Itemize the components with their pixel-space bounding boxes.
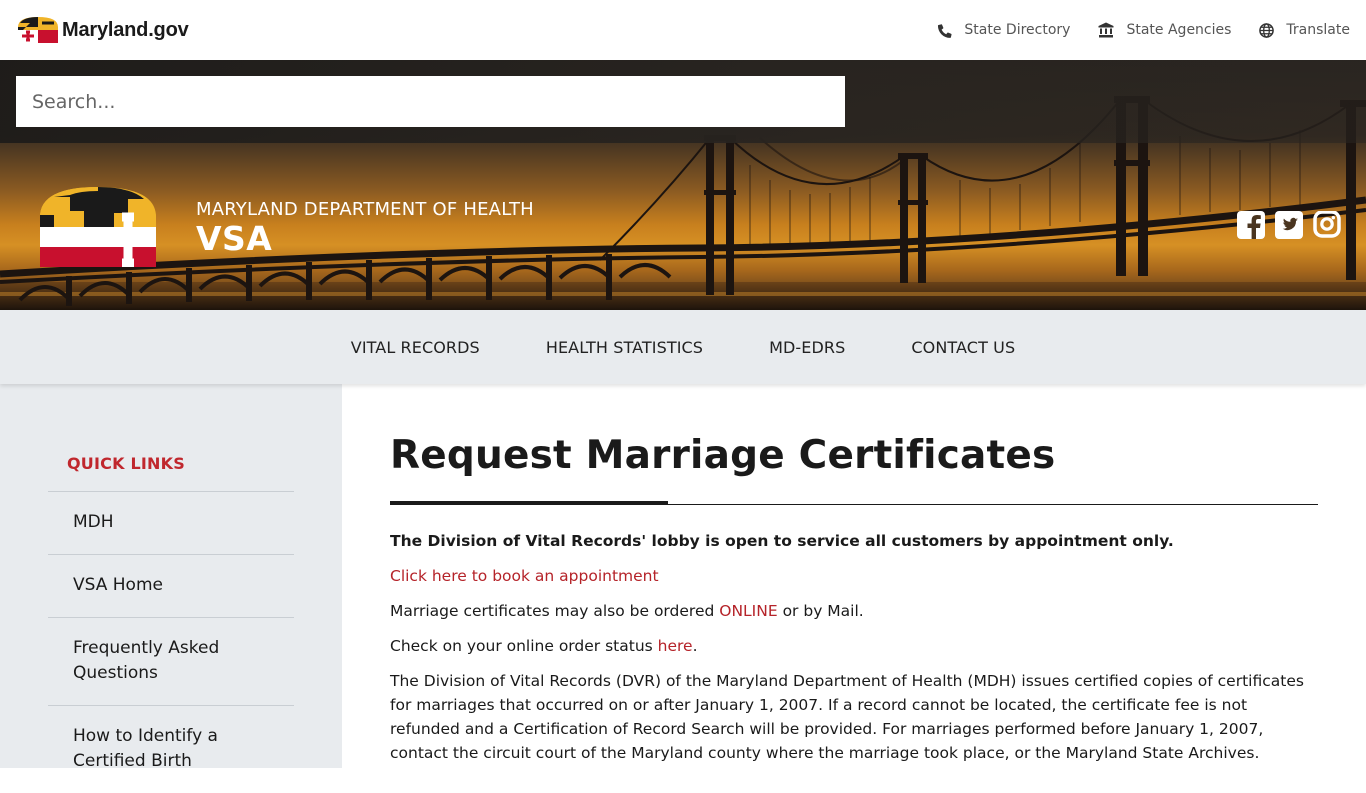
order-status-link[interactable]: here <box>658 637 693 655</box>
maryland-flag-icon <box>18 17 58 43</box>
instagram-icon <box>1313 210 1341 238</box>
globe-icon <box>1259 22 1275 38</box>
mdh-flag-shield-logo <box>40 187 156 267</box>
quick-links-list: MDH VSA Home Frequently Asked Questions … <box>48 491 294 793</box>
brand-text: Maryland.gov <box>62 18 189 41</box>
order-status-text: Check on your online order status <box>390 637 658 655</box>
quick-link-item: Frequently Asked Questions <box>48 617 294 705</box>
quick-link-vsa-home[interactable]: VSA Home <box>73 575 163 595</box>
state-directory-link[interactable]: State Directory <box>937 22 1070 38</box>
title-divider <box>390 501 1318 505</box>
facebook-link[interactable] <box>1236 211 1266 243</box>
twitter-link[interactable] <box>1274 211 1304 243</box>
dvr-description: The Division of Vital Records (DVR) of t… <box>390 672 1304 762</box>
order-status-end: . <box>692 637 698 655</box>
translate-label: Translate <box>1286 22 1350 38</box>
top-utility-bar: Maryland.gov State Directory State Agenc… <box>0 0 1366 60</box>
agency-name: VSA <box>196 219 273 258</box>
order-online-link[interactable]: ONLINE <box>719 602 777 620</box>
quick-link-item: How to Identify a Certified Birth <box>48 705 294 793</box>
facebook-icon <box>1237 211 1265 239</box>
nav-md-edrs[interactable]: MD-EDRS <box>769 338 845 357</box>
order-text-start: Marriage certificates may also be ordere… <box>390 602 720 620</box>
state-agencies-link[interactable]: State Agencies <box>1098 22 1231 38</box>
translate-link[interactable]: Translate <box>1259 22 1350 38</box>
utility-links: State Directory State Agencies Translate <box>937 22 1350 38</box>
nav-vital-records[interactable]: VITAL RECORDS <box>351 338 480 357</box>
order-text-end: or by Mail. <box>777 602 864 620</box>
maryland-gov-logo-link[interactable]: Maryland.gov <box>16 15 189 45</box>
state-agencies-label: State Agencies <box>1126 22 1232 38</box>
quick-links-title: QUICK LINKS <box>67 454 185 473</box>
book-appointment-link[interactable]: Click here to book an appointment <box>390 567 659 585</box>
quick-link-identify-certified-birth[interactable]: How to Identify a Certified Birth <box>73 726 218 771</box>
social-links <box>1236 210 1342 243</box>
bank-icon <box>1098 22 1114 38</box>
page-title: Request Marriage Certificates <box>390 433 1056 478</box>
state-directory-label: State Directory <box>964 22 1071 38</box>
department-name: MARYLAND DEPARTMENT OF HEALTH <box>196 199 534 220</box>
twitter-icon <box>1275 211 1303 239</box>
main-content: Request Marriage Certificates The Divisi… <box>390 384 1318 765</box>
quick-link-mdh[interactable]: MDH <box>73 512 114 532</box>
order-paragraph: Marriage certificates may also be ordere… <box>390 599 1318 623</box>
instagram-link[interactable] <box>1312 210 1342 243</box>
phone-icon <box>938 23 952 38</box>
lobby-notice: The Division of Vital Records' lobby is … <box>390 532 1174 550</box>
quick-link-item: MDH <box>48 491 294 554</box>
search-input[interactable] <box>16 76 845 127</box>
nav-health-statistics[interactable]: HEALTH STATISTICS <box>546 338 703 357</box>
main-navigation: VITAL RECORDS HEALTH STATISTICS MD-EDRS … <box>0 310 1366 384</box>
agency-title: MARYLAND DEPARTMENT OF HEALTH VSA <box>196 199 534 257</box>
hero-banner: MARYLAND DEPARTMENT OF HEALTH VSA <box>0 60 1366 310</box>
nav-contact-us[interactable]: CONTACT US <box>911 338 1015 357</box>
quick-link-faq[interactable]: Frequently Asked Questions <box>73 638 219 683</box>
order-status-paragraph: Check on your online order status here. <box>390 634 1318 658</box>
quick-link-item: VSA Home <box>48 554 294 617</box>
quick-links-sidebar: QUICK LINKS MDH VSA Home Frequently Aske… <box>0 384 342 771</box>
appointment-paragraph: Click here to book an appointment <box>390 564 1318 588</box>
